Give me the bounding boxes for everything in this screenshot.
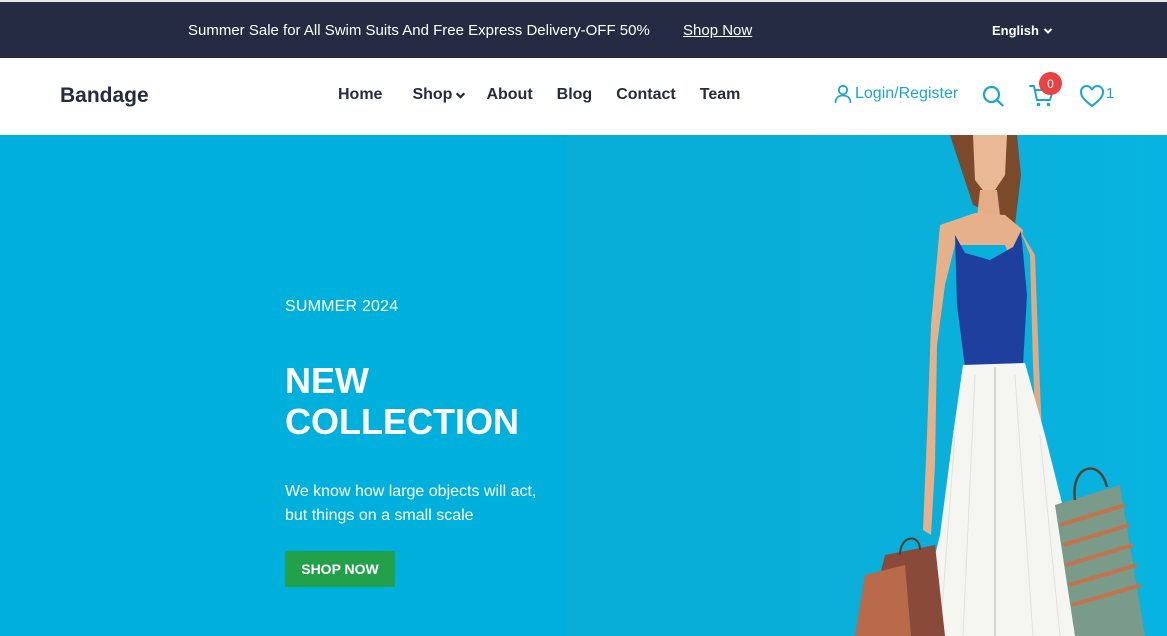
hero-headline-line2: COLLECTION [285, 401, 519, 442]
hero-headline: NEW COLLECTION [285, 360, 585, 442]
wishlist-count: 1 [1106, 85, 1115, 102]
nav-shop-label: Shop [412, 86, 453, 103]
promo-bar: Summer Sale for All Swim Suits And Free … [0, 0, 1167, 58]
brand-logo[interactable]: Bandage [60, 84, 149, 108]
nav-blog[interactable]: Blog [557, 86, 593, 104]
login-register-link[interactable]: Login/Register [834, 84, 958, 104]
chevron-down-icon [1043, 27, 1053, 34]
nav-shop[interactable]: Shop [412, 86, 466, 104]
user-icon [834, 84, 852, 104]
nav-team[interactable]: Team [700, 86, 741, 104]
nav-home[interactable]: Home [338, 86, 382, 104]
login-register-label: Login/Register [855, 85, 959, 102]
nav-about[interactable]: About [486, 86, 532, 104]
heart-icon [1080, 85, 1104, 107]
chevron-down-icon [456, 92, 466, 99]
search-icon[interactable] [982, 85, 1004, 107]
wishlist-button[interactable]: 1 [1079, 84, 1114, 108]
hero-description-line1: We know how large objects will act, [285, 483, 537, 500]
nav-links: Home Shop About Blog Contact Team [338, 86, 740, 104]
language-label: English [992, 23, 1039, 38]
promo-text: Summer Sale for All Swim Suits And Free … [188, 22, 650, 39]
language-selector[interactable]: English [992, 23, 1053, 38]
promo-shop-now-link[interactable]: Shop Now [683, 22, 752, 39]
hero-banner: SUMMER 2024 NEW COLLECTION We know how l… [0, 135, 1167, 636]
main-navbar: Bandage Home Shop About Blog Contact Tea… [0, 58, 1167, 135]
hero-eyebrow: SUMMER 2024 [285, 298, 399, 315]
hero-shop-now-button[interactable]: SHOP NOW [285, 551, 395, 587]
hero-model-image [855, 135, 1145, 636]
nav-contact[interactable]: Contact [616, 86, 676, 104]
hero-description-line2: but things on a small scale [285, 507, 474, 524]
cart-count-badge: 0 [1039, 72, 1062, 95]
hero-headline-line1: NEW [285, 360, 369, 401]
hero-description: We know how large objects will act, but … [285, 480, 575, 528]
